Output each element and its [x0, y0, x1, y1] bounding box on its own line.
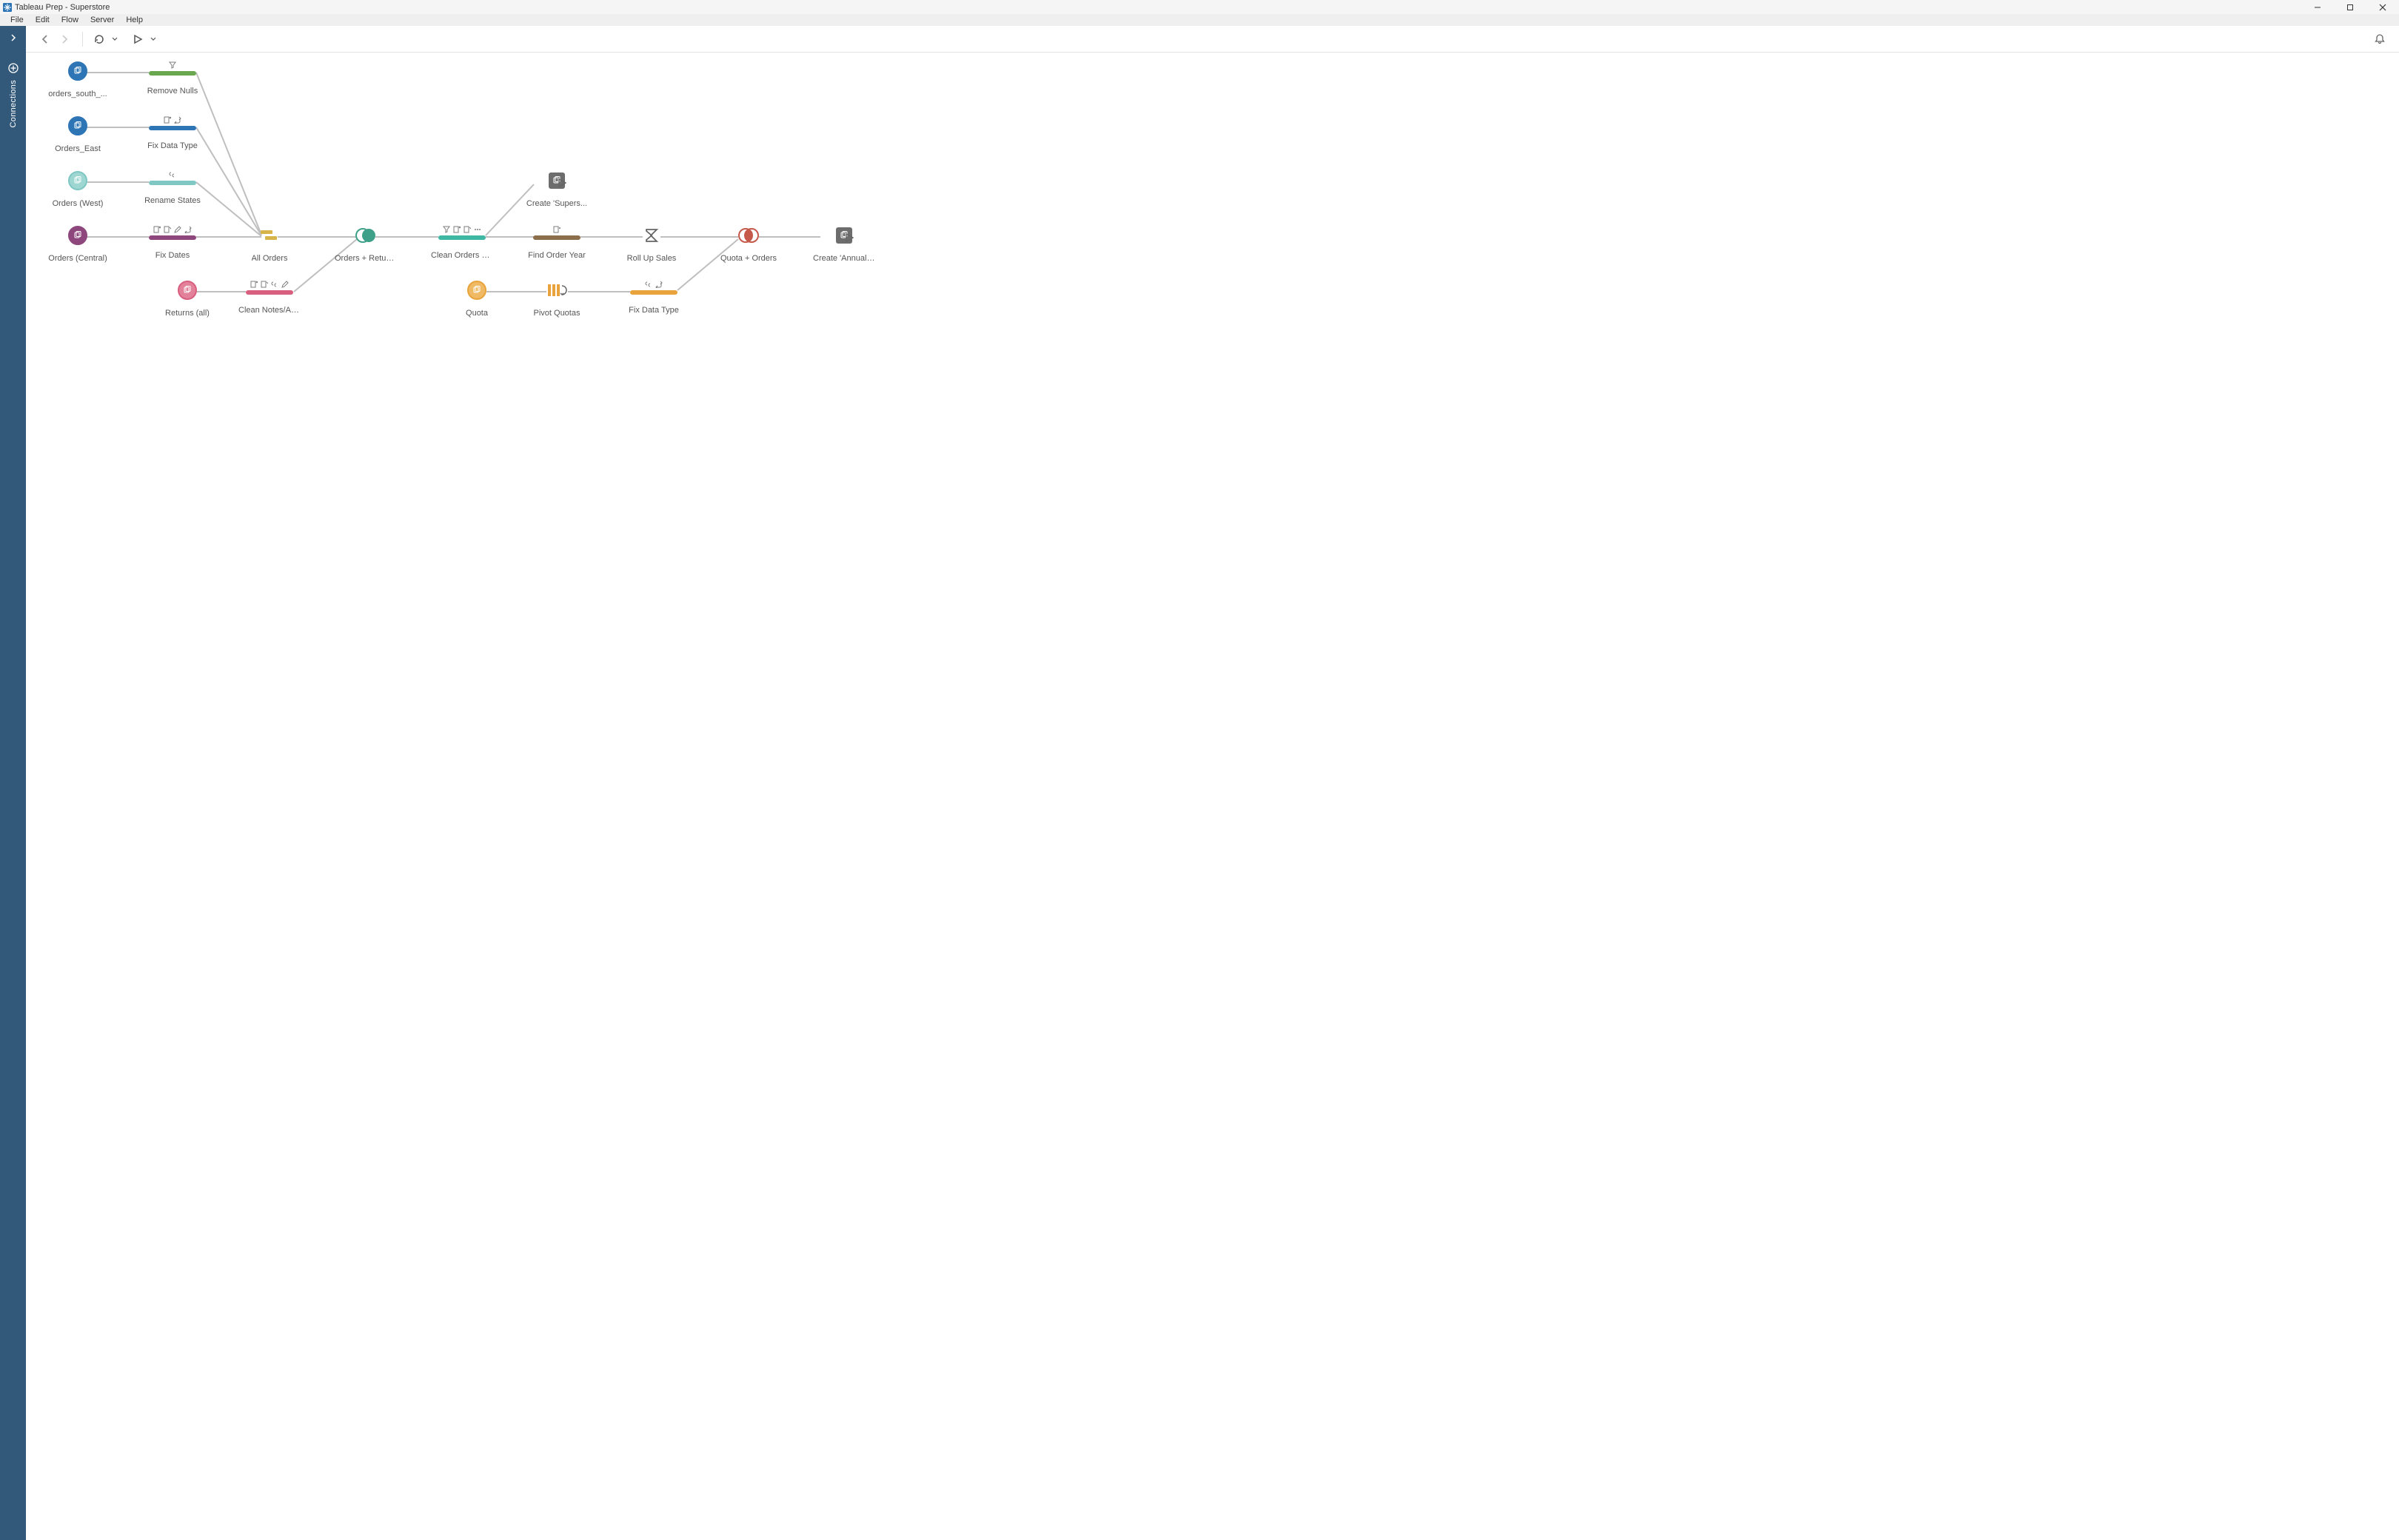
- node-input-orders-west[interactable]: Orders (West): [47, 173, 109, 208]
- node-label: All Orders: [252, 254, 288, 263]
- node-label: Remove Nulls: [147, 87, 198, 96]
- menu-file[interactable]: File: [4, 14, 30, 26]
- node-label: Find Order Year: [528, 251, 586, 260]
- back-button[interactable]: [36, 30, 54, 48]
- node-label: Orders (Central): [48, 254, 107, 263]
- node-label: Create 'Annual ...: [813, 254, 875, 263]
- add-connection-icon[interactable]: [8, 63, 19, 76]
- node-label: orders_south_...: [48, 90, 107, 98]
- group-icon: [169, 171, 176, 181]
- node-input-orders-central[interactable]: Orders (Central): [47, 228, 109, 263]
- node-label: Clean Orders + ...: [431, 251, 493, 260]
- node-label: Roll Up Sales: [627, 254, 677, 263]
- refresh-button[interactable]: [90, 30, 108, 48]
- node-join-orders-returns[interactable]: Orders + Returns: [335, 228, 397, 263]
- remove-field-icon: [453, 226, 461, 235]
- menu-server[interactable]: Server: [84, 14, 120, 26]
- node-aggregate-rollup-sales[interactable]: Roll Up Sales: [620, 228, 683, 263]
- window-controls: [2301, 0, 2399, 14]
- menu-flow[interactable]: Flow: [56, 14, 84, 26]
- flow-edges: [26, 53, 2399, 1540]
- run-flow-button[interactable]: [129, 30, 147, 48]
- close-button[interactable]: [2366, 0, 2399, 14]
- edit-icon: [281, 281, 289, 290]
- pivot-icon: [546, 282, 568, 298]
- node-label: Quota + Orders: [720, 254, 777, 263]
- filter-icon: [169, 61, 176, 71]
- refresh-caret-icon[interactable]: [110, 30, 120, 48]
- node-clean-fix-data-type-quota[interactable]: Fix Data Type: [623, 281, 685, 315]
- join-icon: [355, 227, 377, 244]
- sigma-icon: [643, 227, 660, 244]
- flow-canvas[interactable]: orders_south_... Orders_East Orders (Wes…: [26, 52, 2399, 1540]
- window-title: Tableau Prep - Superstore: [15, 3, 110, 12]
- rename-field-icon: [261, 281, 268, 290]
- minimize-button[interactable]: [2301, 0, 2334, 14]
- remove-field-icon: [153, 226, 161, 235]
- node-pivot-quotas[interactable]: Pivot Quotas: [526, 283, 588, 318]
- toolbar: [26, 26, 2399, 52]
- connections-label: Connections: [9, 80, 18, 127]
- node-input-returns-all[interactable]: Returns (all): [156, 283, 218, 318]
- join-icon: [737, 227, 760, 244]
- node-label: Orders (West): [53, 199, 104, 208]
- menu-edit[interactable]: Edit: [30, 14, 56, 26]
- node-label: Fix Dates: [155, 251, 190, 260]
- node-clean-orders-returns[interactable]: Clean Orders + ...: [431, 226, 493, 260]
- edit-icon: [174, 226, 181, 235]
- node-label: Clean Notes/Ap...: [238, 306, 301, 315]
- expand-sidebar-icon[interactable]: [10, 34, 17, 44]
- node-union-all-orders[interactable]: All Orders: [238, 228, 301, 263]
- node-clean-rename-states[interactable]: Rename States: [141, 171, 204, 205]
- remove-field-icon: [250, 281, 258, 290]
- node-input-quota[interactable]: Quota: [446, 283, 508, 318]
- node-label: Quota: [466, 309, 488, 318]
- group-icon: [645, 281, 652, 290]
- node-output-annual[interactable]: Create 'Annual ...: [813, 228, 875, 263]
- menu-bar: File Edit Flow Server Help: [0, 14, 2399, 27]
- remove-field-icon: [164, 116, 171, 126]
- node-clean-find-order-year[interactable]: Find Order Year: [526, 226, 588, 260]
- more-icon: [474, 226, 481, 235]
- node-output-superstore[interactable]: Create 'Supers...: [526, 173, 588, 208]
- menu-help[interactable]: Help: [120, 14, 149, 26]
- title-bar: Tableau Prep - Superstore: [0, 0, 2399, 14]
- rename-field-icon: [464, 226, 471, 235]
- node-input-orders-south[interactable]: orders_south_...: [47, 64, 109, 98]
- node-clean-remove-nulls[interactable]: Remove Nulls: [141, 61, 204, 96]
- app-icon: [3, 3, 12, 12]
- node-label: Rename States: [144, 196, 201, 205]
- node-label: Returns (all): [165, 309, 210, 318]
- node-clean-notes[interactable]: Clean Notes/Ap...: [238, 281, 301, 315]
- filter-icon: [443, 226, 450, 235]
- change-type-icon: [184, 226, 192, 235]
- node-join-quota-orders[interactable]: Quota + Orders: [717, 228, 780, 263]
- change-type-icon: [174, 116, 181, 126]
- toolbar-divider: [82, 32, 83, 47]
- node-label: Pivot Quotas: [534, 309, 580, 318]
- run-output-icon[interactable]: [558, 178, 566, 190]
- group-icon: [271, 281, 278, 290]
- forward-button[interactable]: [56, 30, 73, 48]
- node-input-orders-east[interactable]: Orders_East: [47, 118, 109, 153]
- node-clean-fix-dates[interactable]: Fix Dates: [141, 226, 204, 260]
- node-clean-fix-data-type-east[interactable]: Fix Data Type: [141, 116, 204, 150]
- calc-field-icon: [553, 226, 561, 235]
- node-label: Create 'Supers...: [526, 199, 587, 208]
- node-label: Fix Data Type: [629, 306, 679, 315]
- rename-field-icon: [164, 226, 171, 235]
- node-label: Fix Data Type: [147, 141, 198, 150]
- connections-sidebar: Connections: [0, 26, 26, 1540]
- node-label: Orders + Returns: [335, 254, 397, 263]
- union-icon: [259, 227, 280, 244]
- alerts-icon[interactable]: [2371, 30, 2389, 48]
- change-type-icon: [655, 281, 663, 290]
- run-output-icon[interactable]: [845, 233, 854, 244]
- run-caret-icon[interactable]: [148, 30, 158, 48]
- node-label: Orders_East: [55, 144, 101, 153]
- maximize-button[interactable]: [2334, 0, 2366, 14]
